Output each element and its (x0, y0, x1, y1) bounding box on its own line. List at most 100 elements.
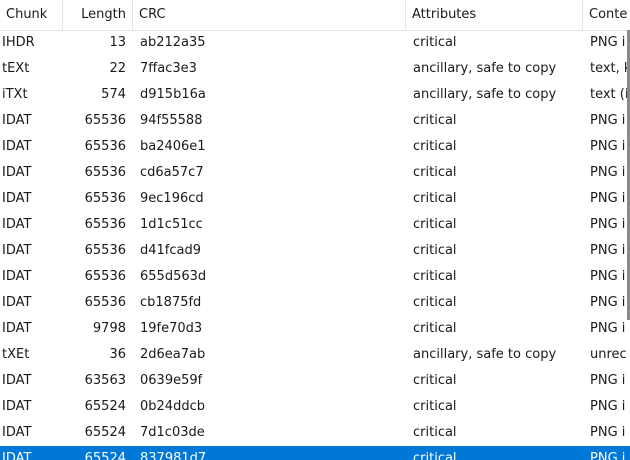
table-row[interactable]: IDAT 63563 0639e59f critical PNG i (0, 368, 630, 394)
cell-attributes: ancillary, safe to copy (413, 61, 557, 76)
cell-chunk: iTXt (2, 87, 28, 102)
cell-crc: 837981d7 (140, 451, 207, 460)
table-row[interactable]: IDAT 9798 19fe70d3 critical PNG i (0, 316, 630, 342)
cell-crc: cb1875fd (140, 295, 202, 310)
cell-attributes: critical (413, 243, 457, 258)
column-header-content[interactable]: Conte (583, 0, 630, 30)
cell-content: PNG i (590, 113, 626, 128)
cell-attributes: critical (413, 425, 457, 440)
cell-chunk: IDAT (2, 373, 32, 388)
cell-content: PNG i (590, 451, 626, 460)
cell-length: 13 (109, 35, 126, 50)
cell-crc: ab212a35 (140, 35, 206, 50)
cell-length: 65536 (84, 165, 126, 180)
cell-length: 65524 (84, 399, 126, 414)
cell-attributes: ancillary, safe to copy (413, 347, 557, 362)
cell-content: text (i (590, 87, 629, 102)
cell-attributes: critical (413, 35, 457, 50)
cell-chunk: IDAT (2, 399, 32, 414)
cell-attributes: critical (413, 373, 457, 388)
table-row[interactable]: IDAT 65536 d41fcad9 critical PNG i (0, 238, 630, 264)
cell-crc: d41fcad9 (140, 243, 202, 258)
cell-length: 65524 (84, 425, 126, 440)
cell-attributes: critical (413, 165, 457, 180)
table-row[interactable]: IDAT 65536 94f55588 critical PNG i (0, 108, 630, 134)
cell-content: PNG i (590, 399, 626, 414)
cell-length: 63563 (84, 373, 126, 388)
cell-content: PNG i (590, 373, 626, 388)
table-body: IHDR 13 ab212a35 critical PNG i tEXt 22 7ffac3e… (0, 30, 630, 460)
cell-length: 22 (109, 61, 126, 76)
png-chunk-table: Chunk Length CRC Attributes Conte IHDR 13… (0, 0, 630, 460)
cell-chunk: IDAT (2, 243, 32, 258)
cell-crc: 1d1c51cc (140, 217, 203, 232)
cell-attributes: critical (413, 269, 457, 284)
cell-content: PNG i (590, 217, 626, 232)
cell-length: 65536 (84, 113, 126, 128)
table-header: Chunk Length CRC Attributes Conte (0, 0, 630, 31)
cell-content: PNG i (590, 243, 626, 258)
cell-length: 65536 (84, 217, 126, 232)
cell-length: 574 (101, 87, 126, 102)
cell-length: 65536 (84, 191, 126, 206)
table-row[interactable]: IDAT 65536 655d563d critical PNG i (0, 264, 630, 290)
table-row[interactable]: IDAT 65524 0b24ddcb critical PNG i (0, 394, 630, 420)
cell-chunk: tXEt (2, 347, 30, 362)
cell-crc: 94f55588 (140, 113, 203, 128)
cell-chunk: IDAT (2, 269, 32, 284)
table-row[interactable]: iTXt 574 d915b16a ancillary, safe to copy te… (0, 82, 630, 108)
cell-crc: 9ec196cd (140, 191, 204, 206)
table-row[interactable]: tEXt 22 7ffac3e3 ancillary, safe to copy tex… (0, 56, 630, 82)
cell-crc: 0639e59f (140, 373, 203, 388)
cell-chunk: IDAT (2, 191, 32, 206)
table-row-selected[interactable]: IDAT 65524 837981d7 critical PNG i (0, 446, 630, 460)
table-row[interactable]: IDAT 65536 cd6a57c7 critical PNG i (0, 160, 630, 186)
cell-chunk: IHDR (2, 35, 35, 50)
cell-length: 65524 (84, 451, 126, 460)
cell-attributes: critical (413, 451, 457, 460)
cell-content: PNG i (590, 295, 626, 310)
cell-crc: 7d1c03de (140, 425, 205, 440)
cell-chunk: IDAT (2, 113, 32, 128)
cell-chunk: IDAT (2, 425, 32, 440)
cell-length: 36 (109, 347, 126, 362)
cell-chunk: IDAT (2, 217, 32, 232)
cell-length: 65536 (84, 295, 126, 310)
table-row[interactable]: IDAT 65536 1d1c51cc critical PNG i (0, 212, 630, 238)
cell-crc: cd6a57c7 (140, 165, 204, 180)
cell-chunk: IDAT (2, 165, 32, 180)
cell-chunk: IDAT (2, 139, 32, 154)
column-header-attributes[interactable]: Attributes (406, 0, 583, 30)
column-header-length[interactable]: Length (63, 0, 133, 30)
table-row[interactable]: IDAT 65536 cb1875fd critical PNG i (0, 290, 630, 316)
column-header-chunk[interactable]: Chunk (0, 0, 63, 30)
cell-attributes: critical (413, 113, 457, 128)
cell-chunk: tEXt (2, 61, 30, 76)
cell-content: PNG i (590, 165, 626, 180)
cell-chunk: IDAT (2, 295, 32, 310)
table-row[interactable]: IDAT 65536 ba2406e1 critical PNG i (0, 134, 630, 160)
table-row[interactable]: IHDR 13 ab212a35 critical PNG i (0, 30, 630, 56)
cell-content: PNG i (590, 321, 626, 336)
cell-crc: 0b24ddcb (140, 399, 205, 414)
cell-attributes: critical (413, 217, 457, 232)
table-row[interactable]: IDAT 65524 7d1c03de critical PNG i (0, 420, 630, 446)
cell-length: 9798 (92, 321, 126, 336)
table-row[interactable]: IDAT 65536 9ec196cd critical PNG i (0, 186, 630, 212)
cell-crc: 7ffac3e3 (140, 61, 197, 76)
cell-crc: 19fe70d3 (140, 321, 203, 336)
cell-crc: 655d563d (140, 269, 207, 284)
cell-attributes: critical (413, 321, 457, 336)
cell-chunk: IDAT (2, 321, 32, 336)
table-row[interactable]: tXEt 36 2d6ea7ab ancillary, safe to copy unr… (0, 342, 630, 368)
cell-content: PNG i (590, 269, 626, 284)
cell-length: 65536 (84, 139, 126, 154)
cell-length: 65536 (84, 243, 126, 258)
column-header-crc[interactable]: CRC (133, 0, 406, 30)
cell-content: PNG i (590, 425, 626, 440)
cell-attributes: critical (413, 399, 457, 414)
cell-content: text, k (590, 61, 630, 76)
cell-chunk: IDAT (2, 451, 32, 460)
cell-attributes: ancillary, safe to copy (413, 87, 557, 102)
cell-crc: 2d6ea7ab (140, 347, 206, 362)
